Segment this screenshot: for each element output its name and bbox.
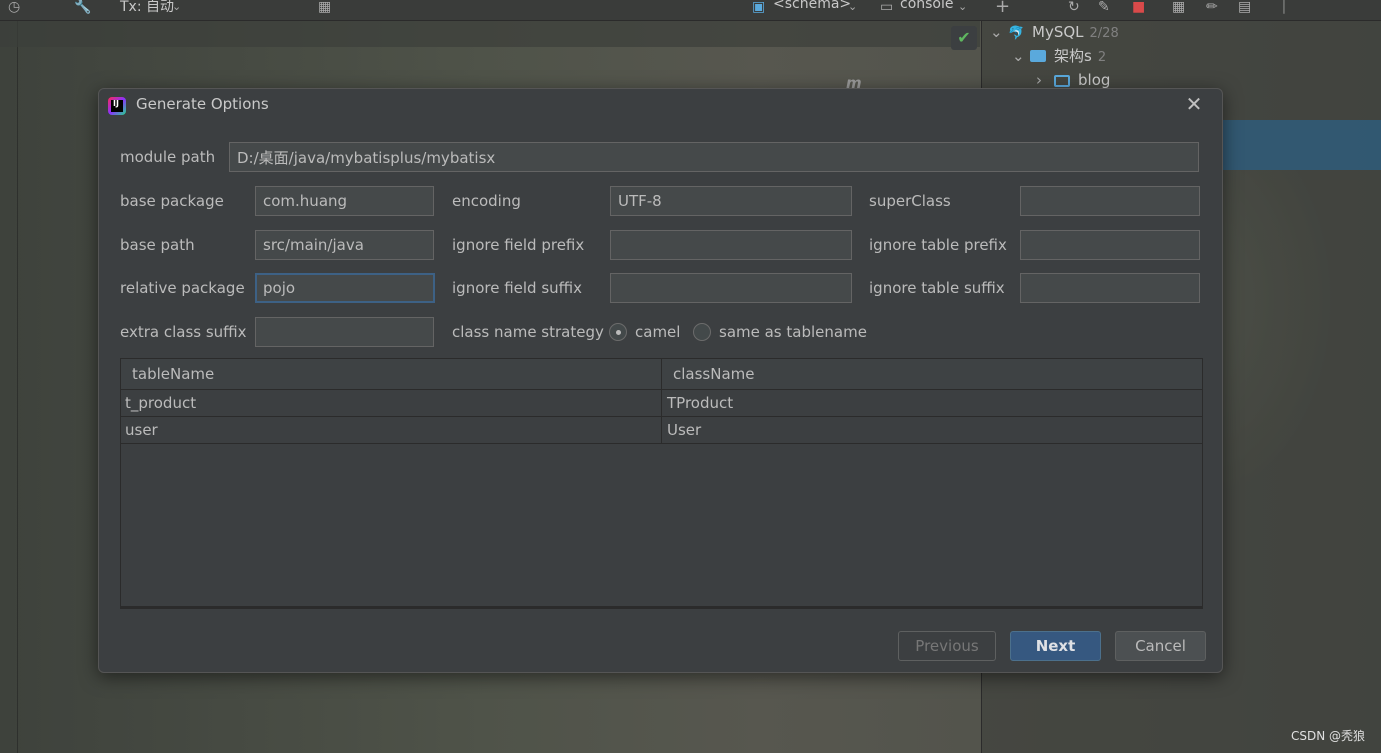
module-path-label: module path bbox=[120, 148, 216, 166]
tree-item-mysql[interactable]: ⌄ 🐬 MySQL 2/28 bbox=[990, 21, 1119, 43]
chevron-down-icon: ⌄ bbox=[958, 0, 968, 13]
encoding-input[interactable] bbox=[610, 186, 852, 216]
base-package-input[interactable] bbox=[255, 186, 434, 216]
console-icon: ▭ bbox=[880, 0, 894, 15]
ignore-table-suffix-label: ignore table suffix bbox=[869, 279, 1005, 297]
add-icon[interactable]: + bbox=[995, 0, 1010, 16]
relative-package-label: relative package bbox=[120, 279, 245, 297]
query-console-icon[interactable]: ▤ bbox=[1238, 0, 1252, 14]
superclass-label: superClass bbox=[869, 192, 951, 210]
base-path-input[interactable] bbox=[255, 230, 434, 260]
ignore-field-prefix-label: ignore field prefix bbox=[452, 236, 585, 254]
chevron-down-icon: ⌄ bbox=[990, 23, 1003, 41]
table-cell-classname[interactable]: User bbox=[662, 417, 1202, 443]
refresh-icon[interactable]: ↻ bbox=[1068, 0, 1082, 14]
database-icon bbox=[1054, 75, 1070, 87]
editor-gutter bbox=[17, 21, 18, 753]
check-icon[interactable]: ✔ bbox=[951, 26, 977, 50]
schema-selector[interactable]: <schema> bbox=[773, 0, 851, 12]
ignore-table-prefix-label: ignore table prefix bbox=[869, 236, 1007, 254]
superclass-input[interactable] bbox=[1020, 186, 1200, 216]
base-package-label: base package bbox=[120, 192, 224, 210]
table-cell-tablename[interactable]: t_product bbox=[121, 390, 662, 416]
generate-options-dialog: IJ Generate Options ✕ module path base p… bbox=[98, 88, 1223, 673]
ignore-field-prefix-input[interactable] bbox=[610, 230, 852, 260]
intellij-icon: IJ bbox=[108, 97, 126, 115]
ide-toolbar: ◷ 🔧 Tx: 自动 ⌄ ▦ ▣ <schema> ⌄ ▭ console ⌄ … bbox=[0, 0, 1381, 21]
ignore-field-suffix-label: ignore field suffix bbox=[452, 279, 583, 297]
filter-icon[interactable]: ⏐ bbox=[1280, 0, 1294, 14]
wrench-icon[interactable]: 🔧 bbox=[74, 0, 91, 14]
table-cell-classname[interactable]: TProduct bbox=[662, 390, 1202, 416]
camel-radio-label[interactable]: camel bbox=[635, 317, 680, 347]
class-name-strategy-label: class name strategy bbox=[452, 323, 604, 341]
module-path-input[interactable] bbox=[229, 142, 1199, 172]
watermark: CSDN @秃狼 bbox=[1290, 729, 1365, 743]
chevron-down-icon: ⌄ bbox=[172, 0, 182, 13]
extra-class-suffix-input[interactable] bbox=[255, 317, 434, 347]
column-header-classname[interactable]: className bbox=[662, 359, 1202, 389]
pencil-icon[interactable]: ✏ bbox=[1206, 0, 1220, 14]
schema-icon: ▣ bbox=[752, 0, 766, 15]
relative-package-input[interactable] bbox=[255, 273, 435, 303]
edit-icon[interactable]: ✎ bbox=[1098, 0, 1112, 14]
ignore-table-prefix-input[interactable] bbox=[1020, 230, 1200, 260]
tx-mode-selector[interactable]: Tx: 自动 bbox=[120, 0, 174, 16]
console-selector[interactable]: console bbox=[900, 0, 954, 12]
table-header: tableName className bbox=[121, 359, 1202, 390]
grid-icon[interactable]: ▦ bbox=[1172, 0, 1186, 14]
table-mapping-grid: tableName className t_product TProduct u… bbox=[120, 358, 1203, 609]
table-row[interactable]: t_product TProduct bbox=[121, 390, 1202, 417]
table-border bbox=[121, 606, 1202, 608]
previous-button[interactable]: Previous bbox=[898, 631, 996, 661]
encoding-label: encoding bbox=[452, 192, 521, 210]
dialog-title: Generate Options bbox=[136, 95, 269, 113]
mysql-icon: 🐬 bbox=[1008, 26, 1025, 41]
cancel-button[interactable]: Cancel bbox=[1115, 631, 1206, 661]
stop-icon[interactable]: ■ bbox=[1132, 0, 1146, 14]
selected-row-highlight bbox=[1223, 120, 1381, 170]
same-as-tablename-radio-label[interactable]: same as tablename bbox=[719, 317, 867, 347]
base-path-label: base path bbox=[120, 236, 195, 254]
chevron-down-icon: ⌄ bbox=[848, 0, 858, 13]
close-icon[interactable]: ✕ bbox=[1183, 93, 1205, 115]
column-header-tablename[interactable]: tableName bbox=[121, 359, 662, 389]
tree-item-schema[interactable]: ⌄ 架构s 2 bbox=[1012, 45, 1106, 67]
editor-area bbox=[0, 21, 980, 47]
history-icon[interactable]: ◷ bbox=[8, 0, 22, 14]
same-as-tablename-radio[interactable] bbox=[693, 323, 711, 341]
camel-radio[interactable] bbox=[609, 323, 627, 341]
table-row[interactable]: user User bbox=[121, 417, 1202, 444]
next-button[interactable]: Next bbox=[1010, 631, 1101, 661]
ignore-field-suffix-input[interactable] bbox=[610, 273, 852, 303]
folder-icon bbox=[1030, 50, 1046, 62]
table-cell-tablename[interactable]: user bbox=[121, 417, 662, 443]
chevron-down-icon: ⌄ bbox=[1012, 47, 1025, 65]
ignore-table-suffix-input[interactable] bbox=[1020, 273, 1200, 303]
extra-class-suffix-label: extra class suffix bbox=[120, 323, 247, 341]
table-icon[interactable]: ▦ bbox=[318, 0, 332, 14]
